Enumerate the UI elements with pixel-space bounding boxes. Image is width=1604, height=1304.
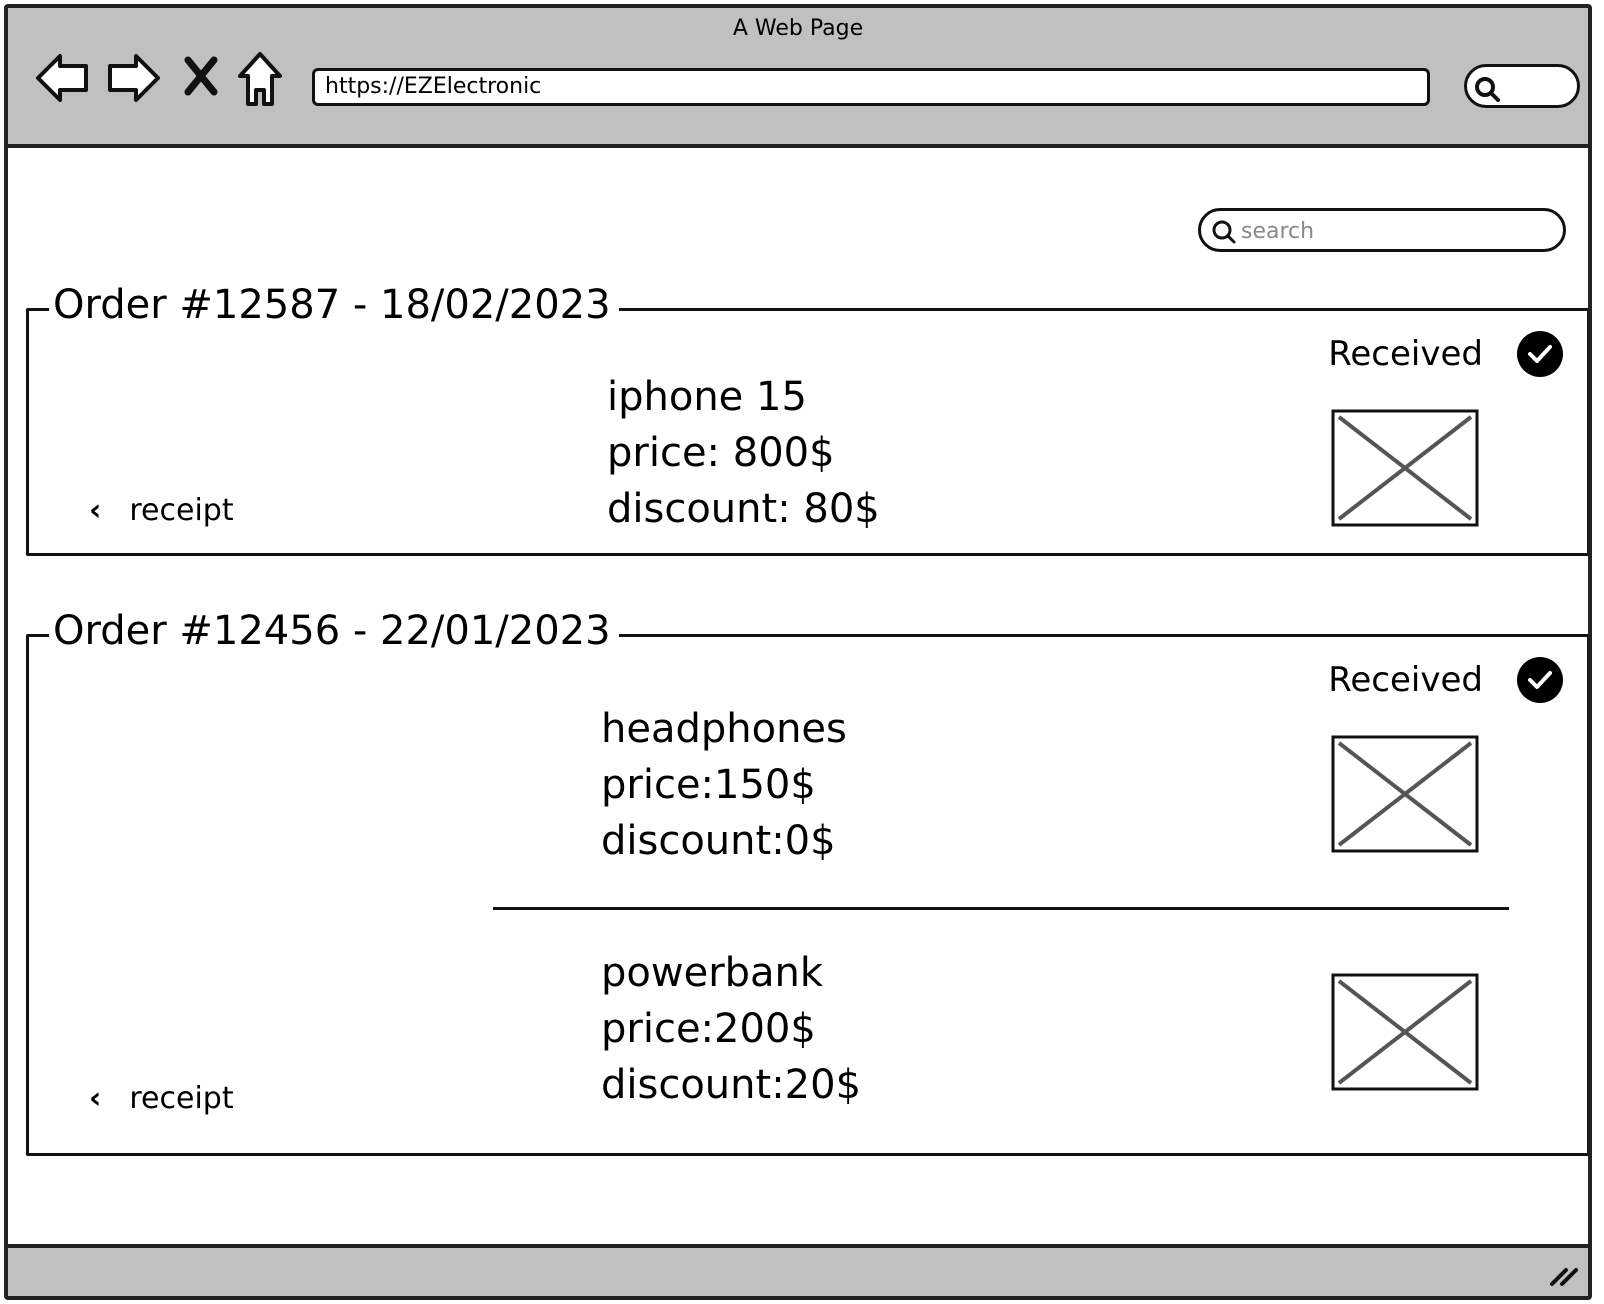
search-text-input[interactable] xyxy=(1239,215,1543,247)
image-placeholder-icon xyxy=(1331,409,1479,527)
order-title: Order #12587 - 18/02/2023 xyxy=(49,277,619,333)
receipt-label: receipt xyxy=(129,493,234,528)
product-price: price:200$ xyxy=(601,1006,816,1052)
search-input[interactable] xyxy=(1198,208,1566,252)
chevron-left-icon: ‹ xyxy=(89,493,102,528)
product-discount: discount:20$ xyxy=(601,1062,862,1108)
image-placeholder-icon xyxy=(1331,735,1479,853)
receipt-link[interactable]: ‹ receipt xyxy=(89,1081,234,1116)
check-icon xyxy=(1517,331,1563,377)
home-icon[interactable] xyxy=(236,50,284,108)
resize-grip-icon[interactable] xyxy=(1546,1260,1580,1292)
item-divider xyxy=(493,907,1509,910)
status-label: Received xyxy=(1328,660,1483,700)
order-status: Received xyxy=(1328,331,1563,377)
search-icon xyxy=(1211,219,1237,249)
receipt-label: receipt xyxy=(129,1081,234,1116)
product-discount: discount:0$ xyxy=(601,818,836,864)
back-arrow-icon[interactable] xyxy=(34,52,90,104)
product-discount: discount: 80$ xyxy=(607,486,880,532)
order-card: Order #12587 - 18/02/2023 Received iphon… xyxy=(26,277,1588,556)
product-price: price:150$ xyxy=(601,762,816,808)
product-details: headphones price:150$ discount:0$ xyxy=(601,701,847,869)
browser-search-field[interactable] xyxy=(1464,64,1580,108)
product-name: headphones xyxy=(601,706,847,752)
close-icon[interactable] xyxy=(184,56,218,96)
check-icon xyxy=(1517,657,1563,703)
chevron-left-icon: ‹ xyxy=(89,1081,102,1116)
order-card: Order #12456 - 22/01/2023 Received headp… xyxy=(26,603,1588,1156)
product-name: powerbank xyxy=(601,950,824,996)
browser-window: A Web Page https://EZElectronic search O… xyxy=(4,4,1592,1300)
window-title: A Web Page xyxy=(732,16,864,41)
product-details: powerbank price:200$ discount:20$ xyxy=(601,945,861,1113)
product-details: iphone 15 price: 800$ discount: 80$ xyxy=(607,369,880,537)
search-icon xyxy=(1473,75,1501,107)
product-price: price: 800$ xyxy=(607,430,835,476)
order-status: Received xyxy=(1328,657,1563,703)
status-label: Received xyxy=(1328,334,1483,374)
order-title: Order #12456 - 22/01/2023 xyxy=(49,603,619,659)
forward-arrow-icon[interactable] xyxy=(106,52,162,104)
product-name: iphone 15 xyxy=(607,374,807,420)
page-content: Order #12587 - 18/02/2023 Received iphon… xyxy=(8,148,1588,1218)
status-bar xyxy=(8,1244,1588,1296)
url-bar[interactable]: https://EZElectronic xyxy=(312,68,1430,106)
browser-toolbar: A Web Page https://EZElectronic xyxy=(8,8,1588,148)
receipt-link[interactable]: ‹ receipt xyxy=(89,493,234,528)
image-placeholder-icon xyxy=(1331,973,1479,1091)
